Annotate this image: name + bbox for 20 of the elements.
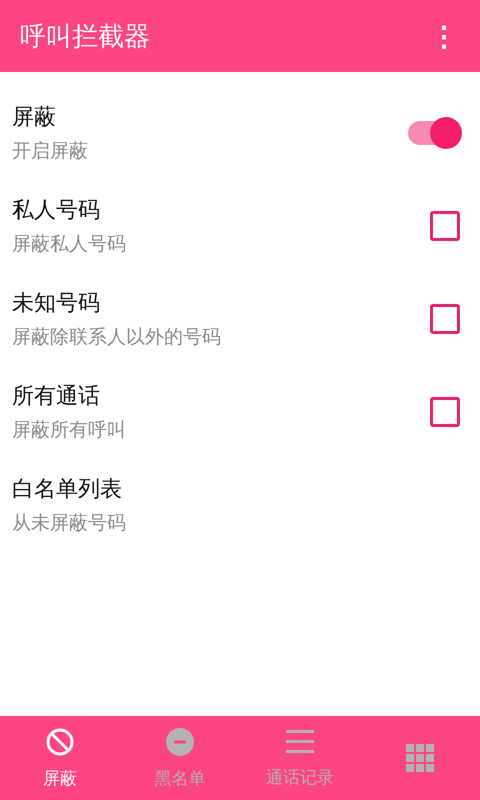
setting-title: 所有通话 (12, 382, 101, 410)
setting-title: 私人号码 (12, 196, 101, 224)
checkbox[interactable] (430, 210, 460, 240)
app-title: 呼叫拦截器 (20, 20, 150, 54)
setting-summary: 屏蔽私人号码 (12, 232, 126, 256)
block-icon (45, 726, 75, 756)
grid-icon (406, 744, 434, 772)
setting-title: 未知号码 (12, 290, 101, 318)
checkbox[interactable] (430, 304, 460, 334)
list-icon (285, 728, 315, 756)
more-menu-button[interactable]: ⋮ (426, 20, 462, 52)
setting-summary: 屏蔽所有呼叫 (12, 418, 126, 442)
minus-circle-icon (165, 726, 195, 756)
setting-title: 屏蔽 (12, 104, 57, 132)
nav-tab[interactable]: 屏蔽 (0, 716, 120, 800)
setting-title: 白名单列表 (12, 476, 123, 504)
setting-summary: 开启屏蔽 (12, 138, 88, 164)
checkbox[interactable] (430, 396, 460, 426)
setting-summary: 屏蔽除联系人以外的号码 (12, 324, 221, 350)
setting-summary: 从未屏蔽号码 (12, 510, 126, 536)
